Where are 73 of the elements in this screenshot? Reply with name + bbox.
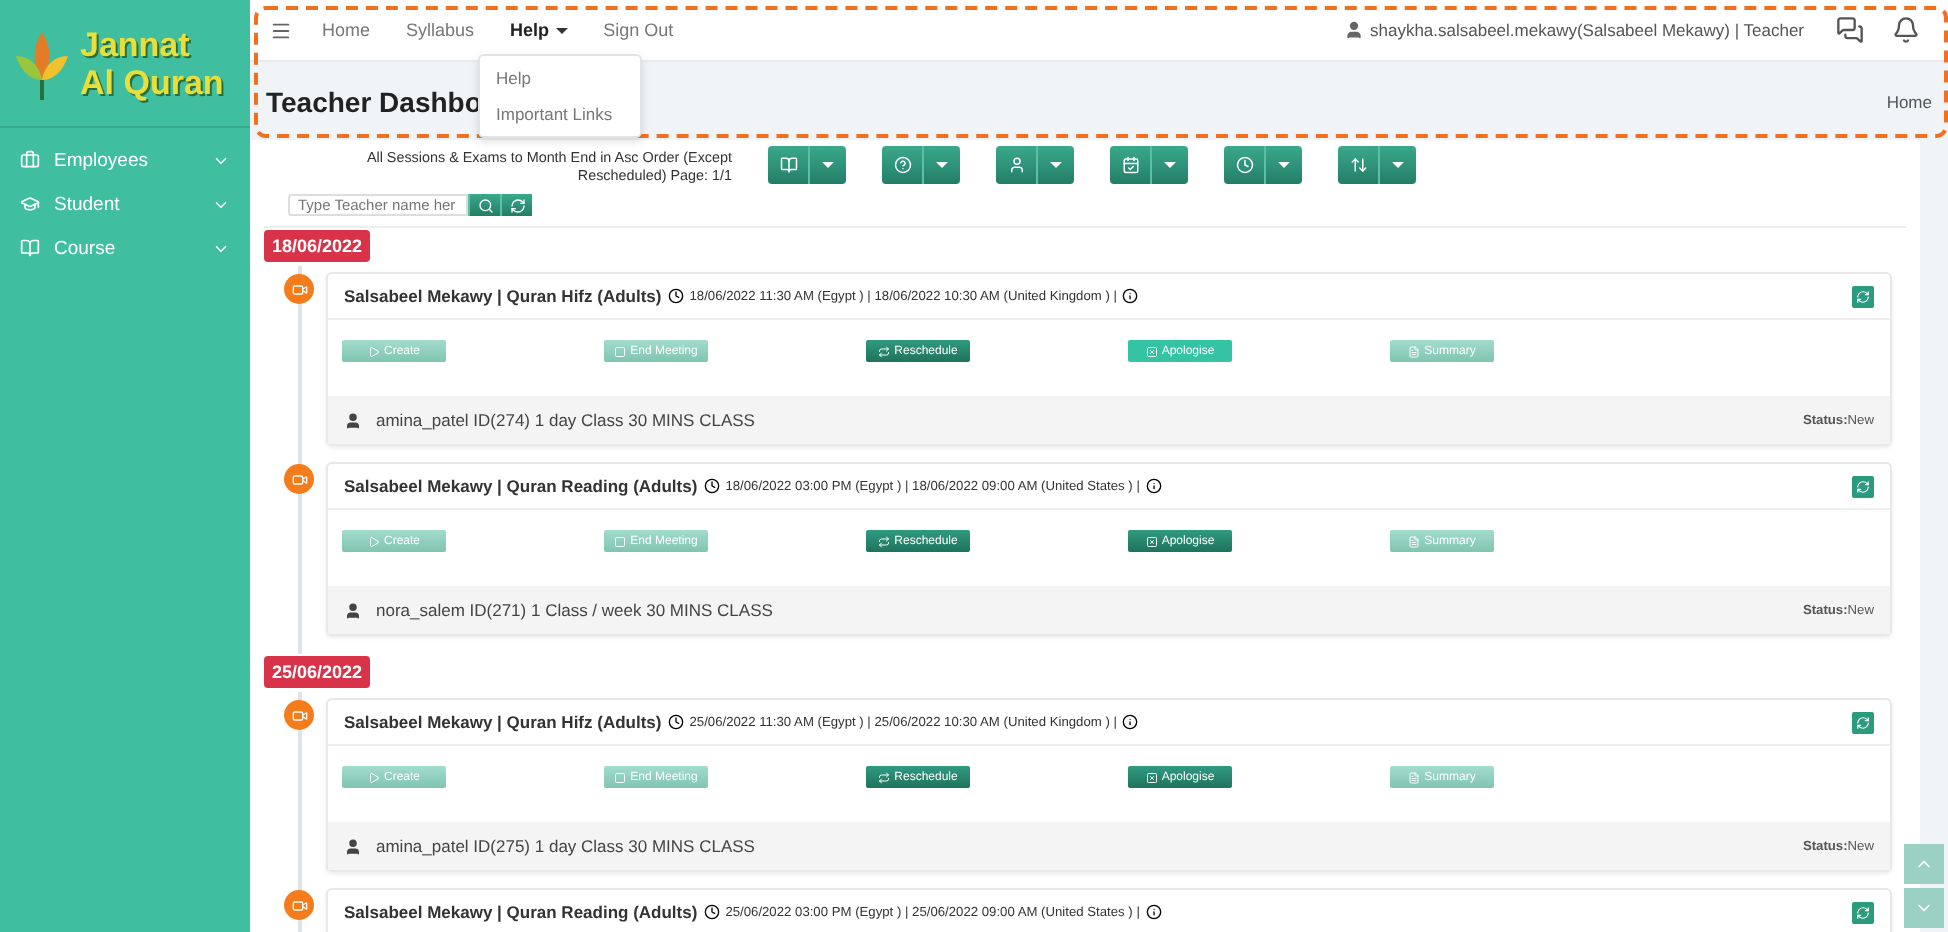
- nav-link[interactable]: Sign Out: [585, 20, 692, 40]
- video-camera-icon: [284, 700, 314, 730]
- refresh-button[interactable]: [1852, 475, 1874, 497]
- info-icon: [1145, 478, 1162, 494]
- user-icon: [344, 837, 362, 855]
- search-icon: [477, 197, 493, 213]
- nav-link[interactable]: Syllabus: [388, 20, 493, 40]
- caret-icon: [822, 162, 834, 168]
- video-camera-icon: [284, 890, 314, 920]
- refresh-button[interactable]: [500, 194, 532, 216]
- user-name: shaykha.salsabeel.mekawy(Salsabeel Mekawy) | Teacher: [1369, 20, 1804, 40]
- filter-dropdown-button[interactable]: [1338, 146, 1416, 184]
- clock-icon: [1235, 156, 1253, 174]
- student-info: amina_patel ID(275) 1 day Class 30 MINS CLASS: [376, 836, 755, 856]
- menu-icon[interactable]: [270, 19, 292, 41]
- info-icon: [1145, 904, 1162, 920]
- notification-icon[interactable]: [1892, 16, 1920, 44]
- session-title: Salsabeel Mekawy | Quran Reading (Adults): [344, 476, 698, 496]
- sidebar-item[interactable]: Student: [0, 182, 250, 226]
- caret-icon: [1278, 162, 1290, 168]
- user-icon: [344, 601, 362, 619]
- help-icon: [893, 156, 911, 174]
- menu-item[interactable]: Help: [480, 60, 640, 96]
- clock-icon: [667, 288, 684, 304]
- student-info: nora_salem ID(271) 1 Class / week 30 MINS CLASS: [376, 600, 773, 620]
- calendar-icon: [1121, 156, 1139, 174]
- chat-icon[interactable]: [1836, 16, 1864, 44]
- refresh-button[interactable]: [1852, 285, 1874, 307]
- user-icon: [1007, 156, 1025, 174]
- briefcase-icon: [20, 150, 40, 170]
- video-camera-icon: [284, 464, 314, 494]
- session-title: Salsabeel Mekawy | Quran Hifz (Adults): [344, 286, 662, 306]
- date-badge: 25/06/2022: [264, 656, 371, 688]
- menu-item[interactable]: Important Links: [480, 96, 640, 132]
- filter-dropdown-button[interactable]: [768, 146, 846, 184]
- refresh-icon: [1856, 715, 1870, 729]
- refresh-icon: [509, 197, 525, 213]
- sidebar-item[interactable]: Employees: [0, 138, 250, 182]
- search-button[interactable]: [468, 194, 500, 216]
- caret-icon: [1164, 162, 1176, 168]
- book-icon: [779, 156, 797, 174]
- student-icon: [20, 194, 40, 214]
- book-icon: [20, 238, 40, 258]
- refresh-icon: [1856, 479, 1870, 493]
- sort-icon: [1349, 156, 1367, 174]
- sidebar-item[interactable]: Course: [0, 226, 250, 270]
- clock-icon: [667, 714, 684, 730]
- session-title: Salsabeel Mekawy | Quran Hifz (Adults): [344, 712, 662, 732]
- breadcrumb-link[interactable]: Home: [1886, 91, 1932, 111]
- caret-icon: [936, 162, 948, 168]
- refresh-icon: [1856, 905, 1870, 919]
- filter-dropdown-button[interactable]: [882, 146, 960, 184]
- user-icon: [1343, 20, 1364, 40]
- filter-dropdown-button[interactable]: [1110, 146, 1188, 184]
- filter-dropdown-button[interactable]: [1224, 146, 1302, 184]
- refresh-icon: [1856, 289, 1870, 303]
- filter-dropdown-button[interactable]: [996, 146, 1074, 184]
- session-title: Salsabeel Mekawy | Quran Reading (Adults): [344, 902, 698, 922]
- nav-link[interactable]: Home: [304, 20, 389, 40]
- nav-link[interactable]: Help: [492, 20, 586, 40]
- refresh-button[interactable]: [1852, 711, 1874, 733]
- caret-icon: [1050, 162, 1062, 168]
- info-icon: [1122, 714, 1139, 730]
- student-info: amina_patel ID(274) 1 day Class 30 MINS CLASS: [376, 410, 755, 430]
- clock-icon: [703, 478, 720, 494]
- caret-icon: [1392, 162, 1404, 168]
- video-camera-icon: [284, 274, 314, 304]
- refresh-button[interactable]: [1852, 901, 1874, 923]
- date-badge: 18/06/2022: [264, 230, 371, 262]
- clock-icon: [703, 904, 720, 920]
- user-icon: [344, 411, 362, 429]
- info-icon: [1122, 288, 1139, 304]
- page-title: Teacher Dashbo: [266, 85, 482, 117]
